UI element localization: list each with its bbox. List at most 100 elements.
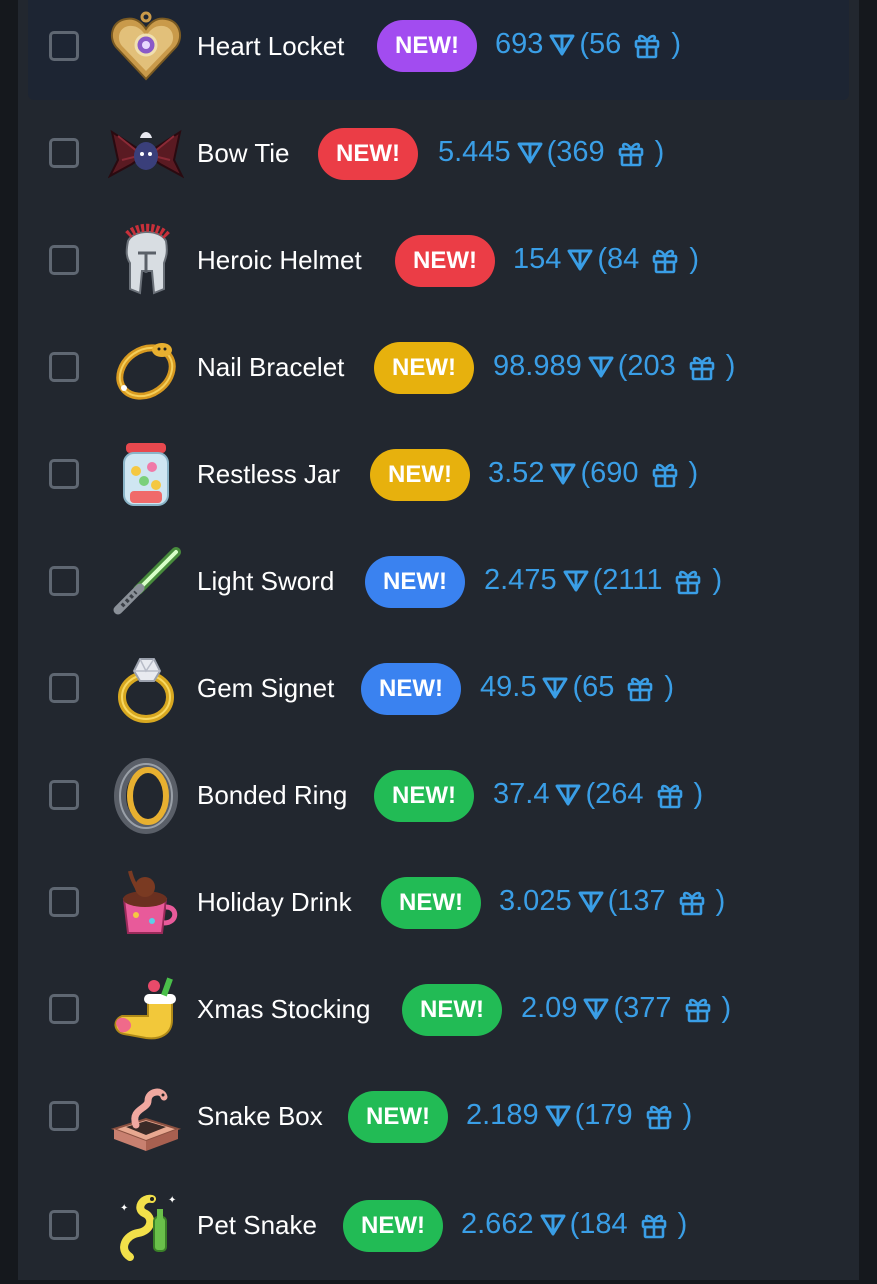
supply-close: ) [715, 885, 726, 917]
list-item[interactable]: Xmas Stocking NEW! 2.09 (377 ) [18, 963, 859, 1070]
svg-text:✦: ✦ [168, 1195, 176, 1206]
new-badge: NEW! [395, 235, 495, 287]
gift-name: Restless Jar [197, 459, 341, 489]
item-checkbox[interactable] [49, 1101, 79, 1131]
nail-bracelet-image [116, 343, 176, 400]
list-item[interactable]: Holiday Drink NEW! 3.025 (137 ) [18, 856, 859, 963]
supply-count: (179 [574, 1099, 633, 1131]
price-line: 49.5 (65 ) [480, 671, 674, 704]
ton-icon [517, 142, 543, 163]
new-badge: NEW! [374, 770, 474, 822]
supply-count: (2111 [592, 564, 663, 596]
gift-icon [689, 356, 715, 380]
gift-name: Heroic Helmet [197, 245, 362, 275]
gift-name: Snake Box [197, 1101, 323, 1131]
ton-icon [542, 677, 568, 698]
supply-count: (203 [617, 350, 676, 382]
gift-icon [628, 677, 653, 701]
gift-name: Heart Locket [197, 31, 345, 61]
supply-close: ) [689, 243, 699, 275]
supply-count: (377 [613, 992, 672, 1024]
snake-box-image [110, 1088, 182, 1151]
supply-close: ) [721, 992, 732, 1024]
new-badge: NEW! [374, 342, 474, 394]
supply-close: ) [677, 1208, 688, 1240]
price-value: 49.5 [480, 671, 537, 703]
gift-icon [641, 1214, 666, 1238]
list-item[interactable]: Gem Signet NEW! 49.5 (65 ) [18, 642, 859, 749]
item-checkbox[interactable] [49, 673, 79, 703]
gift-icon [679, 891, 704, 915]
supply-count: (65 [572, 671, 615, 703]
gift-icon [657, 784, 682, 808]
item-checkbox[interactable] [49, 352, 79, 382]
price-value: 693 [495, 28, 544, 60]
holiday-drink-image [122, 870, 178, 934]
supply-count: (137 [607, 885, 666, 917]
supply-close: ) [725, 350, 736, 382]
list-item[interactable]: Bow Tie NEW! 5.445 (369 ) [18, 107, 859, 214]
price-line: 2.475 (2111 ) [484, 564, 722, 597]
item-checkbox[interactable] [49, 780, 79, 810]
item-checkbox[interactable] [49, 31, 79, 61]
price-line: 5.445 (369 ) [438, 136, 664, 169]
new-badge: NEW! [348, 1091, 448, 1143]
supply-count: (690 [580, 457, 639, 489]
gift-icon [653, 249, 678, 273]
gift-name: Gem Signet [197, 673, 335, 703]
supply-close: ) [712, 564, 723, 596]
gift-name: Holiday Drink [197, 887, 352, 917]
price-value: 2.189 [466, 1099, 539, 1131]
gift-icon [618, 142, 643, 166]
price-value: 37.4 [493, 778, 550, 810]
ton-icon [540, 1214, 566, 1235]
new-badge: NEW! [377, 20, 477, 72]
gift-name: Pet Snake [197, 1210, 317, 1240]
list-item[interactable]: Light Sword NEW! 2.475 (2111 ) [18, 535, 859, 642]
restless-jar-image [123, 443, 169, 506]
ton-icon [567, 249, 593, 270]
price-line: 3.52 (690 ) [488, 457, 698, 490]
price-line: 154 (84 ) [513, 243, 699, 276]
new-badge: NEW! [402, 984, 502, 1036]
bonded-ring-image [114, 758, 178, 834]
svg-text:✦: ✦ [120, 1203, 128, 1214]
list-item[interactable]: Heroic Helmet NEW! 154 (84 ) [18, 214, 859, 321]
list-item[interactable]: Restless Jar NEW! 3.52 (690 ) [18, 428, 859, 535]
ton-icon [563, 570, 589, 591]
item-checkbox[interactable] [49, 138, 79, 168]
supply-close: ) [671, 28, 681, 60]
list-item[interactable]: Bonded Ring NEW! 37.4 (264 ) [18, 749, 859, 856]
ton-icon [578, 891, 604, 912]
list-item[interactable]: Snake Box NEW! 2.189 (179 ) [18, 1070, 859, 1177]
item-checkbox[interactable] [49, 887, 79, 917]
supply-count: (184 [569, 1208, 628, 1240]
price-value: 2.662 [461, 1208, 534, 1240]
ton-icon [545, 1105, 571, 1126]
item-checkbox[interactable] [49, 245, 79, 275]
item-checkbox[interactable] [49, 566, 79, 596]
item-checkbox[interactable] [49, 1210, 79, 1240]
ton-icon [555, 784, 581, 805]
gift-icon [635, 34, 660, 58]
gift-name: Nail Bracelet [197, 352, 345, 382]
gift-list-panel: Heart Locket NEW! 693 (56 ) Bow Tie NEW!… [18, 0, 859, 1280]
list-item[interactable]: Heart Locket NEW! 693 (56 ) [18, 0, 859, 107]
new-badge: NEW! [370, 449, 470, 501]
list-item[interactable]: Nail Bracelet NEW! 98.989 (203 ) [18, 321, 859, 428]
heroic-helmet-image [125, 223, 172, 295]
list-item[interactable]: ✦ ✦ Pet Snake NEW! 2.662 (184 ) [18, 1177, 859, 1284]
price-value: 2.475 [484, 564, 557, 596]
new-badge: NEW! [381, 877, 481, 929]
new-badge: NEW! [318, 128, 418, 180]
item-checkbox[interactable] [49, 459, 79, 489]
price-line: 3.025 (137 ) [499, 885, 725, 918]
gift-name: Bonded Ring [197, 780, 348, 810]
new-badge: NEW! [343, 1200, 443, 1252]
item-checkbox[interactable] [49, 994, 79, 1024]
supply-close: ) [682, 1099, 693, 1131]
heart-locket-image [110, 11, 182, 81]
gift-icon [685, 998, 710, 1022]
price-value: 154 [513, 243, 562, 275]
price-value: 3.025 [499, 885, 572, 917]
